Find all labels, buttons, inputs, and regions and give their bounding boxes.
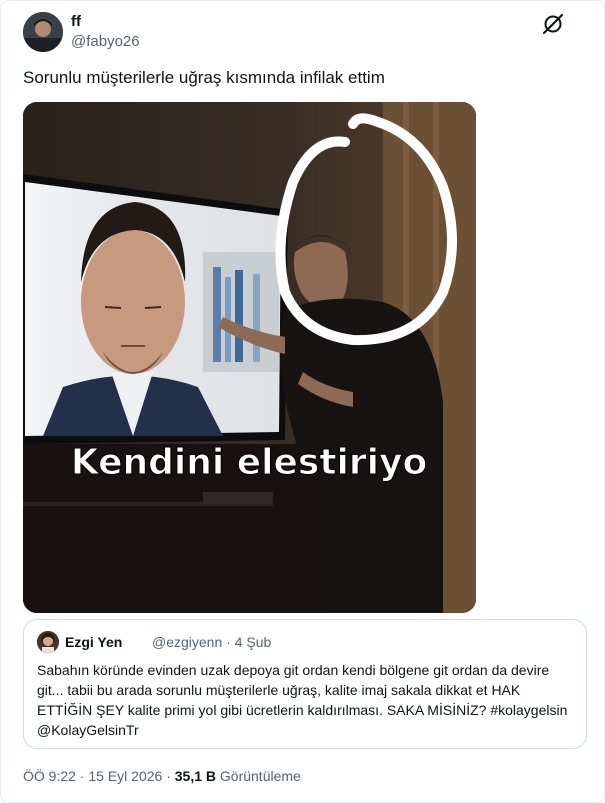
tweet-image[interactable]: Kendini elestiriyo <box>23 102 476 613</box>
author-handle[interactable]: @fabyo26 <box>71 33 140 50</box>
grok-logo-icon[interactable] <box>541 12 565 36</box>
quoted-date: · 4 Şub <box>226 634 272 650</box>
quoted-author-name: Ezgi Yen <box>65 634 123 650</box>
quoted-author-meta: @ezgiyenn · 4 Şub <box>152 634 271 650</box>
quoted-author-handle: @ezgiyenn <box>152 634 223 650</box>
views-label: Görüntüleme <box>216 768 301 784</box>
views-count: 35,1 B <box>174 768 216 784</box>
tweet-card: ff @fabyo26 Sorunlu müşterilerle uğraş k… <box>0 0 605 803</box>
quoted-author-avatar <box>37 631 59 653</box>
quoted-tweet[interactable]: Ezgi Yen @ezgiyenn · 4 Şub Sabahın körün… <box>23 619 587 749</box>
timestamp[interactable]: ÖÖ 9:22 · 15 Eyl 2026 · <box>23 768 175 784</box>
tweet-text: Sorunlu müşterilerle uğraş kısmında infi… <box>23 68 385 87</box>
author-avatar[interactable] <box>23 12 63 52</box>
author-name[interactable]: ff <box>71 13 81 30</box>
image-caption: Kendini elestiriyo <box>71 442 427 483</box>
quoted-text: Sabahın köründe evinden uzak depoya git … <box>37 662 568 738</box>
tweet-meta: ÖÖ 9:22 · 15 Eyl 2026 · 35,1 B Görüntüle… <box>23 768 301 784</box>
